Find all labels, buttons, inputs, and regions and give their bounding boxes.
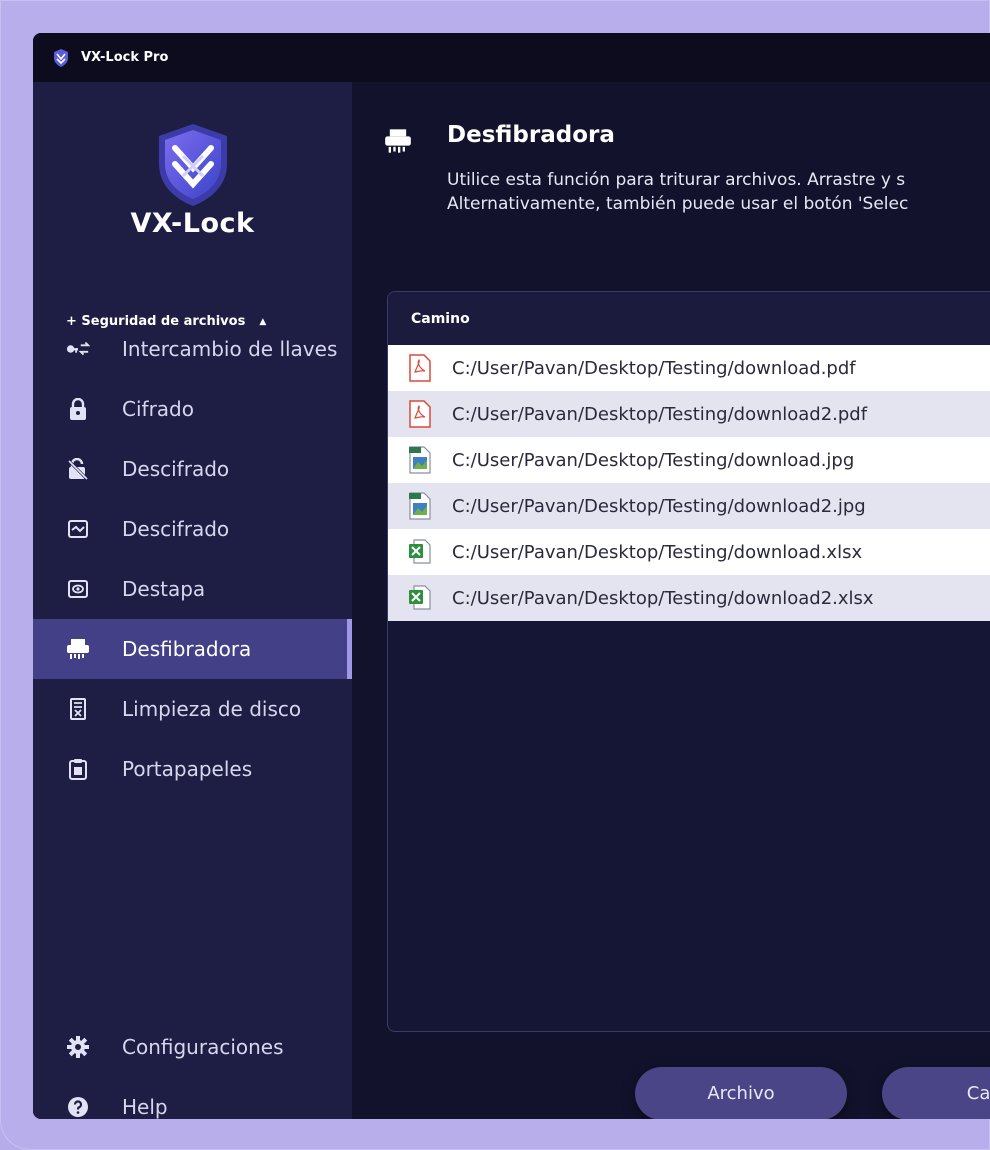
- file-path: C:/User/Pavan/Desktop/Testing/download2.…: [452, 587, 874, 609]
- clipboard-icon: [66, 757, 90, 781]
- sidebar-item-label: Portapapeles: [122, 757, 253, 781]
- image-file-icon: [409, 492, 431, 520]
- select-folder-button[interactable]: Carp: [882, 1067, 990, 1119]
- shredder-icon: [66, 637, 90, 661]
- excel-file-icon: [409, 539, 431, 564]
- sidebar-item-label: Cifrado: [122, 397, 194, 421]
- shield-logo-icon: [158, 124, 227, 206]
- select-file-button[interactable]: Archivo: [635, 1067, 847, 1119]
- sidebar-bottom-nav: Configuraciones Help: [33, 1017, 352, 1119]
- title-bar: VX-Lock Pro: [33, 33, 990, 82]
- logo-text: VX-Lock: [130, 208, 255, 239]
- sidebar-item-label: Configuraciones: [122, 1035, 284, 1059]
- pdf-file-icon: [409, 354, 431, 382]
- page-description: Utilice esta función para triturar archi…: [447, 168, 908, 216]
- table-row[interactable]: C:/User/Pavan/Desktop/Testing/download.x…: [388, 529, 990, 575]
- gear-icon: [66, 1035, 90, 1059]
- sidebar-item-label: Destapa: [122, 577, 206, 601]
- file-path: C:/User/Pavan/Desktop/Testing/download.j…: [452, 449, 855, 471]
- file-path: C:/User/Pavan/Desktop/Testing/download.x…: [452, 541, 863, 563]
- sidebar-item-label: Limpieza de disco: [122, 697, 302, 721]
- sidebar-nav: Intercambio de llaves Cifrado Descifrado…: [33, 319, 352, 799]
- description-line-2: Alternativamente, también puede usar el …: [447, 194, 909, 214]
- sidebar-item-help[interactable]: Help: [33, 1077, 352, 1119]
- sidebar-item-key-exchange[interactable]: Intercambio de llaves: [33, 319, 352, 379]
- image-file-icon: [409, 446, 431, 474]
- sidebar-item-settings[interactable]: Configuraciones: [33, 1017, 352, 1077]
- key-exchange-icon: [66, 337, 90, 361]
- table-row[interactable]: C:/User/Pavan/Desktop/Testing/download2.…: [388, 575, 990, 621]
- sidebar-item-clipboard[interactable]: Portapapeles: [33, 739, 352, 799]
- sidebar-item-label: Descifrado: [122, 457, 230, 481]
- column-header-path[interactable]: Camino: [388, 292, 990, 345]
- lock-icon: [66, 397, 90, 421]
- app-window: VX-Lock Pro VX-Lock + Seguridad de archi: [33, 33, 990, 1119]
- table-row[interactable]: C:/User/Pavan/Desktop/Testing/download2.…: [388, 483, 990, 529]
- shredder-icon: [385, 129, 411, 153]
- excel-file-icon: [409, 585, 431, 610]
- disk-clean-icon: [66, 697, 90, 721]
- file-table-body: C:/User/Pavan/Desktop/Testing/download.p…: [388, 345, 990, 621]
- sidebar-item-label: Intercambio de llaves: [122, 337, 338, 361]
- app-title: VX-Lock Pro: [81, 50, 169, 65]
- table-row[interactable]: C:/User/Pavan/Desktop/Testing/download.p…: [388, 345, 990, 391]
- eye-icon: [66, 577, 90, 601]
- sidebar-item-reveal[interactable]: Destapa: [33, 559, 352, 619]
- sidebar-item-label: Desfibradora: [122, 637, 252, 661]
- app-shield-icon: [54, 48, 68, 67]
- help-icon: [66, 1095, 90, 1119]
- file-table: Camino C:/User/Pavan/Desktop/Testing/dow…: [387, 291, 990, 1032]
- sidebar: VX-Lock + Seguridad de archivos ▲ Interc…: [33, 82, 352, 1119]
- file-path: C:/User/Pavan/Desktop/Testing/download2.…: [452, 403, 868, 425]
- sidebar-item-decrypt-image[interactable]: Descifrado: [33, 499, 352, 559]
- table-row[interactable]: C:/User/Pavan/Desktop/Testing/download2.…: [388, 391, 990, 437]
- sidebar-item-label: Help: [122, 1095, 168, 1119]
- pdf-file-icon: [409, 400, 431, 428]
- table-row[interactable]: C:/User/Pavan/Desktop/Testing/download.j…: [388, 437, 990, 483]
- logo: VX-Lock: [33, 122, 352, 239]
- main-panel: Desfibradora Utilice esta función para t…: [352, 82, 990, 1119]
- file-path: C:/User/Pavan/Desktop/Testing/download.p…: [452, 357, 856, 379]
- sidebar-item-shredder[interactable]: Desfibradora: [33, 619, 352, 679]
- image-frame-icon: [66, 517, 90, 541]
- sidebar-item-label: Descifrado: [122, 517, 230, 541]
- sidebar-item-encrypt[interactable]: Cifrado: [33, 379, 352, 439]
- sidebar-item-decrypt[interactable]: Descifrado: [33, 439, 352, 499]
- description-line-1: Utilice esta función para triturar archi…: [447, 170, 906, 190]
- unlock-icon: [66, 457, 90, 481]
- file-path: C:/User/Pavan/Desktop/Testing/download2.…: [452, 495, 866, 517]
- page-title: Desfibradora: [447, 122, 615, 148]
- sidebar-item-disk-cleanup[interactable]: Limpieza de disco: [33, 679, 352, 739]
